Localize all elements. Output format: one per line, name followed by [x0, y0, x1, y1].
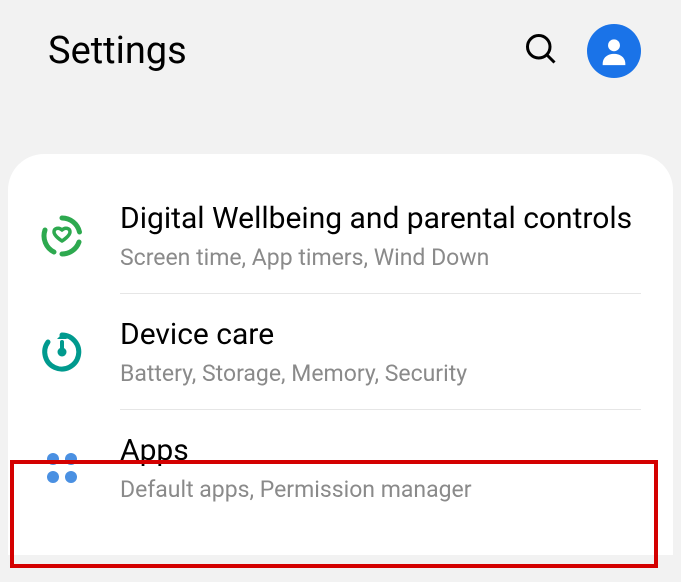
settings-list: Digital Wellbeing and parental controls …: [8, 154, 673, 555]
header: Settings: [0, 0, 681, 102]
device-care-icon: [40, 330, 84, 374]
row-title: Digital Wellbeing and parental controls: [120, 200, 641, 238]
digital-wellbeing-icon: [40, 214, 84, 258]
row-subtitle: Screen time, App timers, Wind Down: [120, 244, 641, 272]
apps-icon: [40, 446, 84, 490]
page-title: Settings: [48, 29, 507, 73]
row-text: Apps Default apps, Permission manager: [120, 432, 641, 503]
row-subtitle: Default apps, Permission manager: [120, 476, 641, 504]
search-icon[interactable]: [523, 31, 559, 71]
settings-item-device-care[interactable]: Device care Battery, Storage, Memory, Se…: [8, 294, 673, 409]
row-text: Device care Battery, Storage, Memory, Se…: [120, 316, 641, 387]
row-subtitle: Battery, Storage, Memory, Security: [120, 360, 641, 388]
row-text: Digital Wellbeing and parental controls …: [120, 200, 641, 271]
account-avatar[interactable]: [587, 24, 641, 78]
header-actions: [523, 24, 641, 78]
row-title: Apps: [120, 432, 641, 470]
settings-item-apps[interactable]: Apps Default apps, Permission manager: [8, 410, 673, 525]
settings-item-digital-wellbeing[interactable]: Digital Wellbeing and parental controls …: [8, 178, 673, 293]
row-title: Device care: [120, 316, 641, 354]
